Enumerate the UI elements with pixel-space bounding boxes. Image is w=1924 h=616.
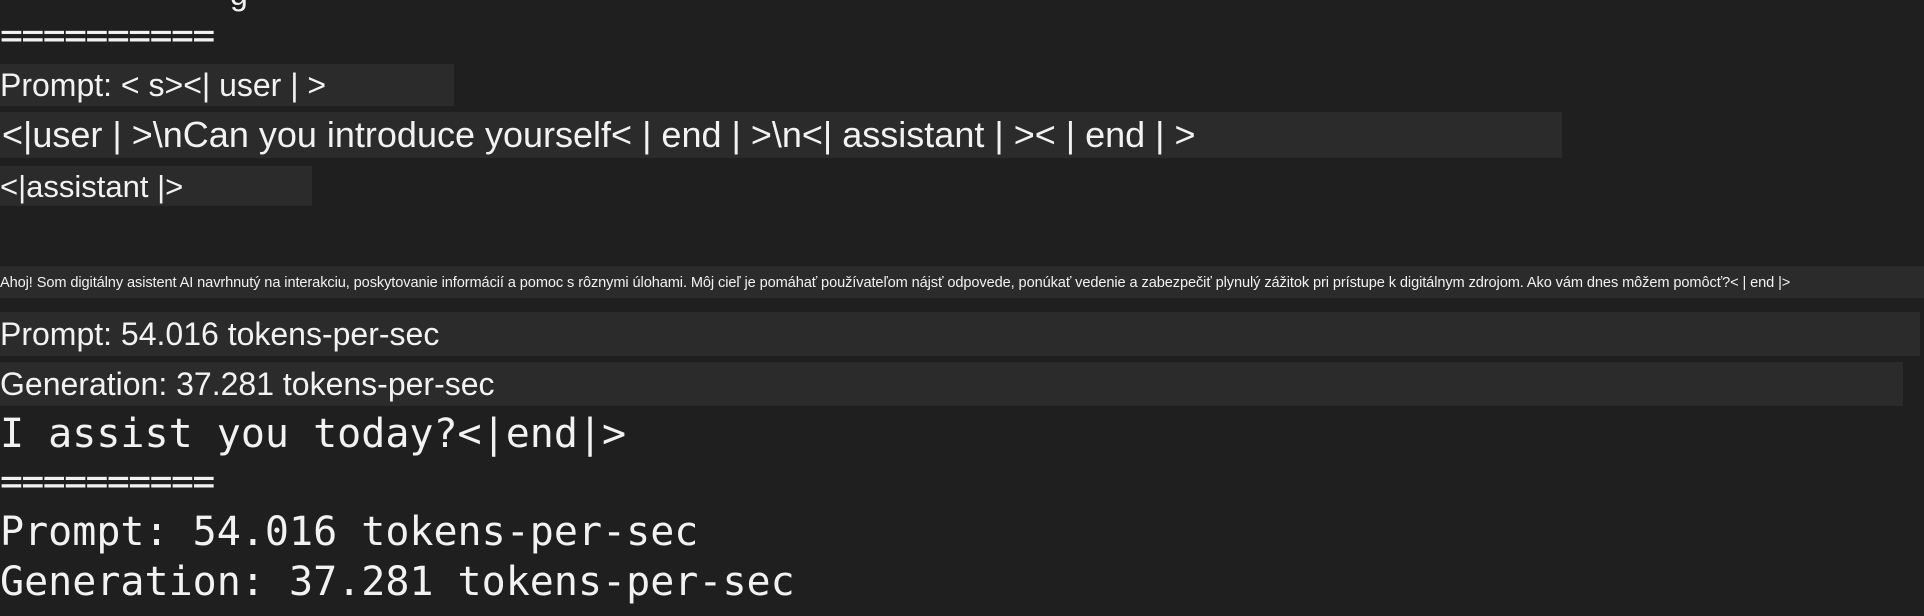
overlay-generation-rate: Generation: 37.281 tokens-per-sec	[0, 366, 495, 402]
terminal-generation-rate: Generation: 37.281 tokens-per-sec	[0, 559, 795, 605]
terminal-reply-line: I assist you today?<|end|>	[0, 411, 627, 457]
top-partial-text: g	[230, 0, 248, 13]
separator-bottom: ==========	[0, 459, 215, 503]
overlay-assistant-tag: <|assistant |>	[0, 169, 184, 204]
overlay-prompt-rate: Prompt: 54.016 tokens-per-sec	[0, 316, 440, 352]
terminal-prompt-rate: Prompt: 54.016 tokens-per-sec	[0, 509, 699, 555]
overlay-response-text: Ahoj! Som digitálny asistent AI navrhnut…	[0, 275, 1791, 291]
overlay-prompt-body: <|user | >\nCan you introduce yourself< …	[2, 114, 1196, 155]
separator-top: ==========	[0, 13, 215, 57]
terminal-window: g ========== Prompt: < s><| user | > <|u…	[0, 0, 1924, 616]
overlay-prompt-header: Prompt: < s><| user | >	[0, 67, 327, 103]
